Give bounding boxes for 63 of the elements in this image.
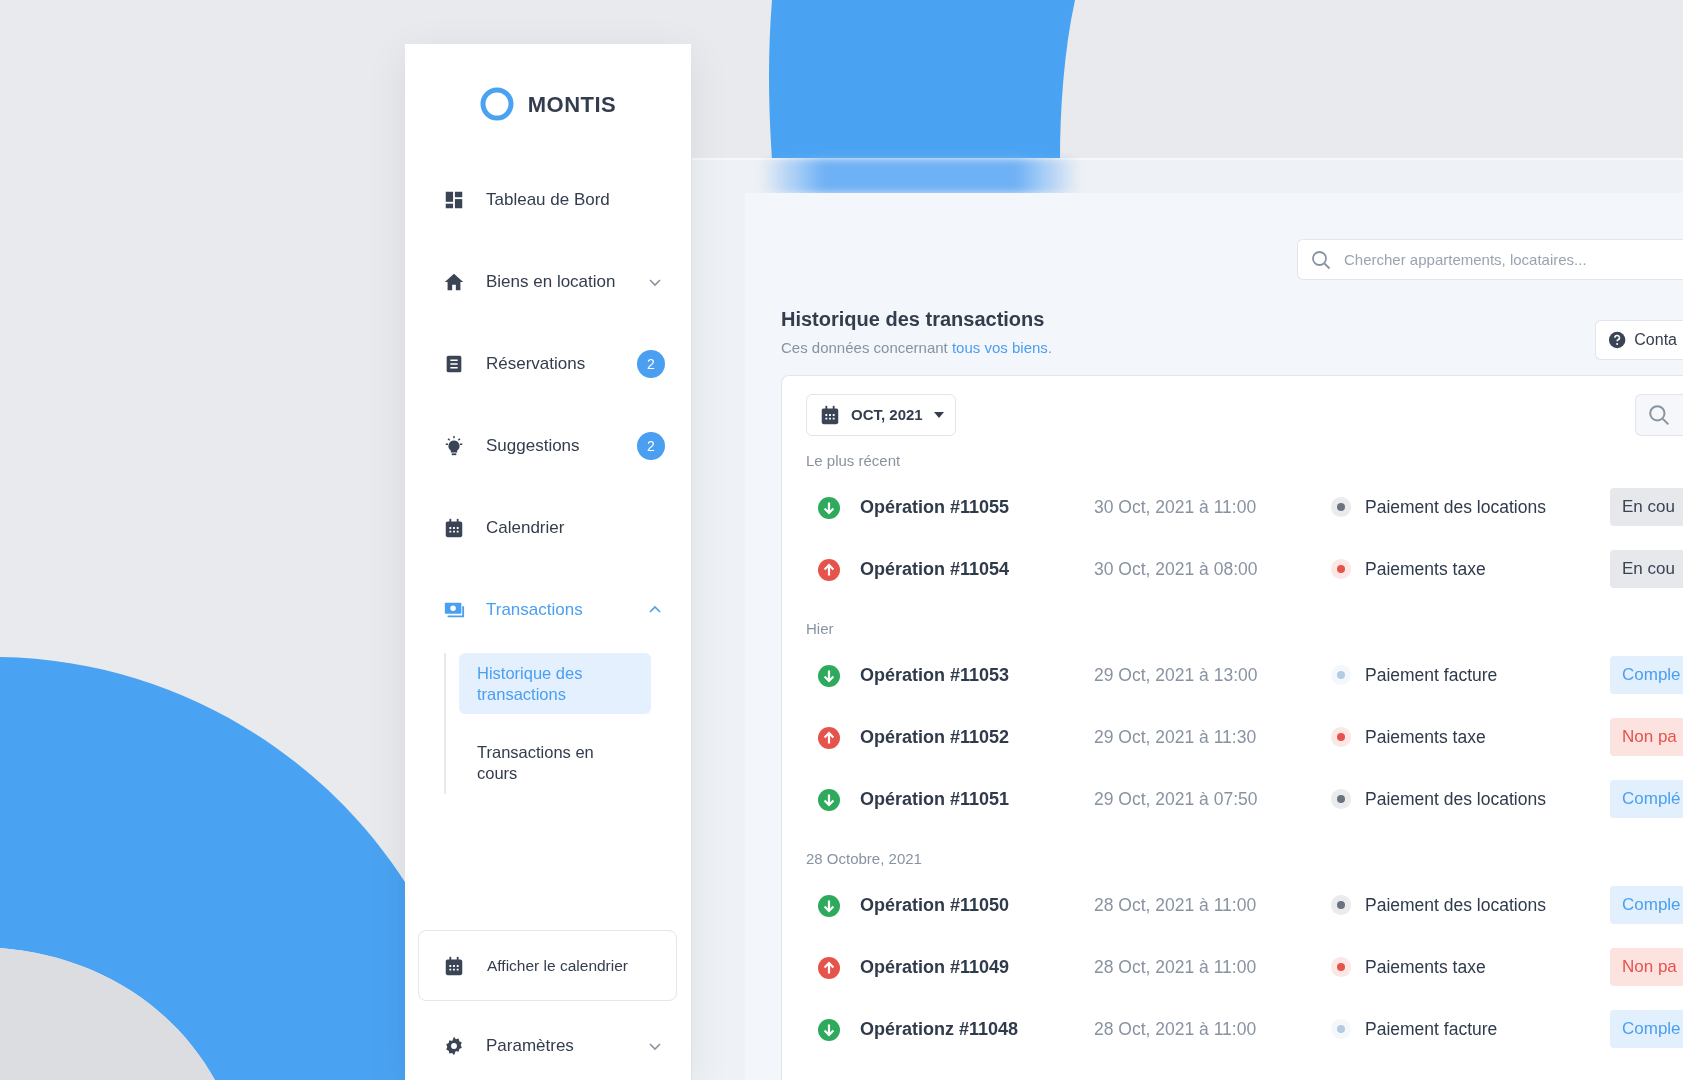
operation-name: Opération #11055 <box>860 495 1011 519</box>
count-badge: 2 <box>637 350 665 378</box>
settings-item[interactable]: Paramètres <box>443 1021 663 1071</box>
operation-date: 28 Oct, 2021 à 11:00 <box>1094 955 1258 979</box>
operation-name: Opération #11052 <box>860 725 1011 749</box>
category-label: Paiements taxe <box>1365 725 1487 749</box>
operation-date: 28 Oct, 2021 à 11:00 <box>1094 893 1258 917</box>
submenu-item[interactable]: Transactions en cours <box>459 732 651 794</box>
sidebar-item[interactable]: Suggestions 2 <box>443 421 663 471</box>
operation-name: Opération #11050 <box>860 893 1011 917</box>
operation-name: Opération #11051 <box>860 787 1011 811</box>
status-label: Non pa <box>1610 718 1683 756</box>
sidebar-item[interactable]: Calendrier <box>443 503 663 553</box>
help-icon <box>1608 330 1627 350</box>
operation-date: 30 Oct, 2021 à 08:00 <box>1094 557 1259 581</box>
logo-icon <box>479 87 514 121</box>
status-label: Comple <box>1610 656 1683 694</box>
status-label: Comple <box>1610 886 1683 924</box>
operation-date: 28 Oct, 2021 à 11:00 <box>1094 1017 1258 1041</box>
category-label: Paiement facture <box>1365 663 1499 687</box>
category-label: Paiement facture <box>1365 1017 1499 1041</box>
status-label: En cou <box>1610 488 1683 526</box>
sidebar-item[interactable]: Réservations 2 <box>443 339 663 389</box>
category-label: Paiement des locations <box>1365 495 1547 519</box>
calendar-icon <box>819 404 841 426</box>
contact-button[interactable]: Conta <box>1595 320 1683 360</box>
page-title: Historique des transactions <box>781 307 1046 331</box>
search-button[interactable] <box>1635 394 1683 436</box>
house-icon <box>443 271 465 293</box>
sidebar-item[interactable]: Tableau de Bord <box>443 175 663 225</box>
category-label: Paiement des locations <box>1365 787 1547 811</box>
category-label: Paiements taxe <box>1365 557 1487 581</box>
calendar-icon <box>443 954 465 977</box>
operation-name: Opération #11053 <box>860 663 1011 687</box>
status-label: En cou <box>1610 550 1683 588</box>
status-label: Non pa <box>1610 948 1683 986</box>
period-button[interactable]: OCT, 2021 <box>806 394 956 436</box>
sidebar-item[interactable]: Biens en location <box>443 257 663 307</box>
operation-name: Opérationz #11048 <box>860 1017 1020 1041</box>
group-heading: Hier <box>806 620 835 638</box>
category-label: Paiement des locations <box>1365 893 1547 917</box>
group-heading: Le plus récent <box>806 452 902 470</box>
group-heading: 28 Octobre, 2021 <box>806 850 923 868</box>
operation-date: 29 Oct, 2021 à 13:00 <box>1094 663 1259 687</box>
show-calendar-button[interactable]: Afficher le calendrier <box>418 930 677 1001</box>
dashboard-icon <box>443 189 465 211</box>
search-icon <box>1648 404 1670 426</box>
status-label: Complé <box>1610 780 1683 818</box>
page-subtitle: Ces données concernant tous vos biens. <box>781 338 1052 358</box>
operation-name: Opération #11049 <box>860 955 1011 979</box>
operation-name: Opération #11054 <box>860 557 1011 581</box>
calendar-icon <box>443 517 465 539</box>
status-label: Comple <box>1610 1010 1683 1048</box>
category-label: Paiements taxe <box>1365 955 1487 979</box>
operation-date: 30 Oct, 2021 à 11:00 <box>1094 495 1258 519</box>
search-field[interactable]: Chercher appartements, locataires... <box>1297 239 1683 280</box>
count-badge: 2 <box>637 432 665 460</box>
gear-icon <box>443 1035 465 1057</box>
operation-date: 29 Oct, 2021 à 07:50 <box>1094 787 1259 811</box>
lightbulb-icon <box>443 435 465 457</box>
operation-date: 29 Oct, 2021 à 11:30 <box>1094 725 1258 749</box>
search-icon <box>1311 250 1331 270</box>
brand-name: MONTIS <box>527 90 617 119</box>
